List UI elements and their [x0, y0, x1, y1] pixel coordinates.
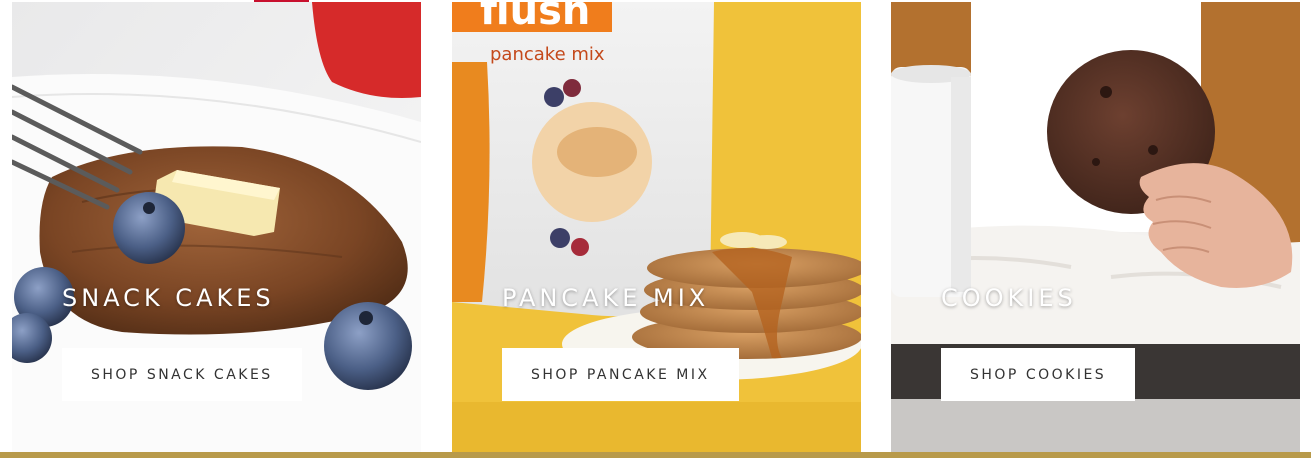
bag-brand-text: flush [480, 2, 590, 34]
bag-product-text: pancake mix [490, 44, 605, 65]
category-title: SNACK CAKES [62, 284, 275, 312]
shop-snack-cakes-button[interactable]: SHOP SNACK CAKES [62, 348, 302, 401]
category-tile-cookies[interactable]: COOKIES SHOP COOKIES [891, 2, 1300, 452]
category-tile-snack-cakes[interactable]: SNACK CAKES SHOP SNACK CAKES [12, 2, 421, 452]
bottom-strip [0, 452, 1311, 458]
category-section: SNACK CAKES SHOP SNACK CAKES flush panca [0, 0, 1311, 458]
shop-cookies-button[interactable]: SHOP COOKIES [941, 348, 1136, 401]
category-title: COOKIES [941, 284, 1077, 312]
category-tile-pancake-mix[interactable]: flush pancake mix PANCAKE MIX SHOP PANCA… [452, 2, 861, 452]
shop-pancake-mix-button[interactable]: SHOP PANCAKE MIX [502, 348, 739, 401]
category-title: PANCAKE MIX [502, 284, 710, 312]
